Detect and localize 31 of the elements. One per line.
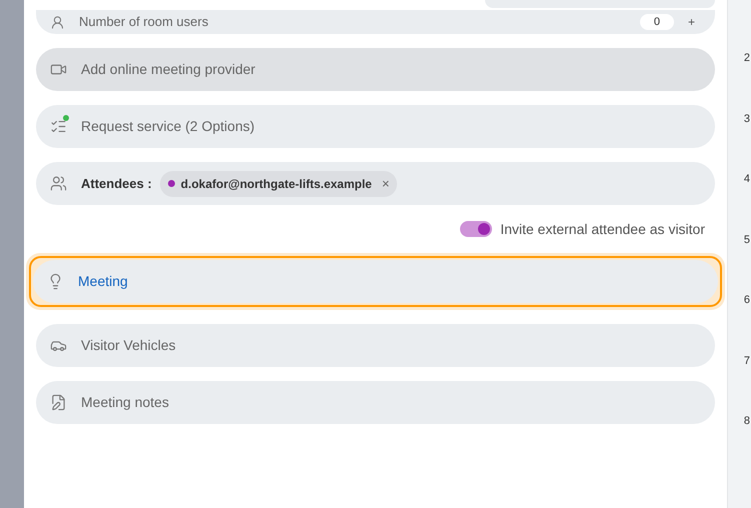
form-row[interactable]: Visitor Vehicles [36,324,715,367]
remove-chip-button[interactable]: × [382,174,390,194]
increment-button[interactable]: + [688,13,695,31]
form-row[interactable]: Request service (2 Options) [36,105,715,148]
attendee-chip[interactable]: d.okafor@northgate-lifts.example × [160,170,398,196]
hour-label: 8 [744,414,750,429]
hour-label: 2 [744,51,750,66]
document-pencil-icon [50,394,67,411]
row-label: Meeting notes [81,393,169,412]
row-label: Add online meeting provider [81,60,256,79]
toggle-label: Invite external attendee as visitor [500,220,705,238]
chip-text: d.okafor@northgate-lifts.example [180,176,372,192]
form-row[interactable]: Add online meeting provider [36,48,715,91]
row-label: Visitor Vehicles [81,336,176,355]
people-icon [50,175,67,192]
person-icon [50,14,65,30]
row-label: Attendees : [81,174,152,193]
hour-label: 3 [744,112,750,126]
form-row[interactable]: Meeting notes [36,381,715,424]
row-label: Meeting [78,272,128,291]
row-label: Number of room users [79,13,208,32]
hour-label: 5 [744,232,750,248]
hour-label: 7 [744,354,750,368]
room-users-field[interactable]: 0 [640,14,674,30]
visitor-toggle[interactable] [460,221,492,237]
hour-label: 4 [744,172,750,187]
checklist-icon [50,118,67,135]
row-label: Request service (2 Options) [81,117,255,136]
form-row[interactable]: Meeting [33,260,718,303]
attendees-field[interactable]: Attendees : d.okafor@northgate-lifts.example × [36,162,715,205]
hour-label: 6 [744,293,750,308]
